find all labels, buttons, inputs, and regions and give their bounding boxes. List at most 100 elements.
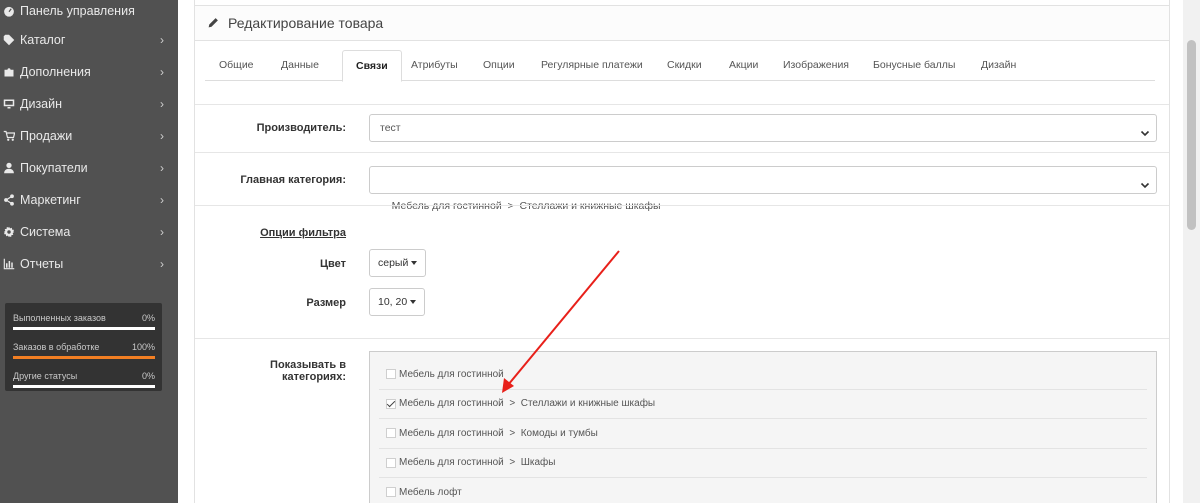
panel-heading: Редактирование товара [195,6,1169,41]
share-icon [2,193,16,207]
cart-icon [2,129,16,143]
scrollbar-thumb[interactable] [1187,40,1196,230]
chevron-right-icon: › [160,161,164,175]
sidebar-menu: Панель управления Каталог › Дополнения › Диза… [0,0,178,280]
sidebar-item-label: Продажи [20,129,73,143]
progress-bar-fill [13,356,155,359]
checkbox[interactable] [386,369,396,380]
pencil-icon [207,17,219,29]
tag-icon [2,33,16,47]
category-option[interactable]: Мебель для гостинной > Комоды и тумбы [379,419,1147,449]
checkbox[interactable] [386,457,396,468]
progress-bar [13,385,155,388]
category-option-label: Мебель для гостинной > Стеллажи и книжны… [399,398,656,410]
chevron-right-icon: › [160,33,164,47]
sidebar-item[interactable]: Каталог › [0,24,178,56]
order-stat-value: 0% [141,371,155,381]
tab[interactable]: Связи [342,50,402,82]
size-label: Размер [306,297,346,309]
sidebar-item[interactable]: Дополнения › [0,56,178,88]
checkbox[interactable] [386,428,396,439]
tab-bar: Общие Данные Связи Атрибуты Опции Регулярные … [205,50,1155,82]
size-value: 10, 20 [378,296,408,308]
order-stat-label: Выполненных заказов [13,313,106,323]
user-icon [2,161,16,175]
category-checklist: Мебель для гостинной Мебель для гостинной… [369,351,1157,503]
sidebar-item[interactable]: Дизайн › [0,88,178,120]
sidebar-item-label: Отчеты [20,257,64,271]
sidebar-item[interactable]: Панель управления [0,0,178,24]
category-option-label: Мебель для гостинной > Шкафы [399,457,556,469]
chevron-right-icon: › [160,193,164,207]
sidebar-item[interactable]: Маркетинг › [0,184,178,216]
sidebar-item[interactable]: Покупатели › [0,152,178,184]
puzzle-icon [2,65,16,79]
divider [195,205,1169,206]
color-dropdown[interactable]: серый [369,249,427,277]
order-stat-value: 0% [141,313,155,323]
tab[interactable]: Опции [483,50,515,81]
tab[interactable]: Общие [219,50,254,81]
order-stats-panel: Выполненных заказов 0% Заказов в обработке… [5,303,162,391]
color-value: серый [378,257,409,269]
main-category-label: Главная категория: [240,174,346,186]
chevron-right-icon: › [160,97,164,111]
checkbox[interactable] [386,487,396,498]
category-option[interactable]: Мебель для гостинной > Стеллажи и книжны… [379,390,1147,419]
order-stat: Заказов в обработке 100% [13,340,155,369]
tab[interactable]: Бонусные баллы [873,50,955,81]
product-edit-panel: Редактирование товара Общие Данные Связи Ат… [194,0,1170,503]
manufacturer-select[interactable]: тест [369,114,1157,142]
manufacturer-label: Производитель: [256,122,346,134]
monitor-icon [2,97,16,111]
category-option-label: Мебель лофт [399,486,462,498]
order-stat: Другие статусы 0% [13,369,155,398]
sidebar-item[interactable]: Система › [0,216,178,248]
checkbox[interactable] [386,398,396,409]
order-stat-label: Другие статусы [13,371,78,381]
main-category-value: Мебель для гостинной > Стеллажи и книжны… [391,200,661,212]
divider [195,104,1169,105]
chevron-right-icon: › [160,225,164,239]
show-in-categories-label: Показывать в категориях: [270,359,346,383]
divider [195,338,1169,339]
order-stat-label: Заказов в обработке [13,342,100,352]
color-label: Цвет [319,258,346,270]
tab[interactable]: Изображения [783,50,849,81]
order-stat: Выполненных заказов 0% [13,311,155,340]
page-scrollbar[interactable] [1183,0,1200,503]
tab[interactable]: Атрибуты [411,50,458,81]
filter-options-link[interactable]: Опции фильтра [257,227,346,239]
sidebar: Панель управления Каталог › Дополнения › Диза… [0,0,178,503]
sidebar-item-label: Маркетинг [20,193,81,207]
chevron-down-icon [1140,174,1150,189]
bar-chart-icon [2,257,16,271]
tab[interactable]: Скидки [667,50,702,81]
divider [195,152,1169,153]
sidebar-item[interactable]: Отчеты › [0,248,178,280]
progress-bar [13,356,155,359]
category-option[interactable]: Мебель для гостинной [379,360,1147,390]
sidebar-item-label: Система [20,225,71,239]
main-category-select[interactable]: Мебель для гостинной > Стеллажи и книжны… [369,166,1157,212]
sidebar-item-label: Покупатели [20,161,88,175]
sidebar-item-label: Каталог [20,33,66,47]
progress-bar [13,327,155,330]
size-dropdown[interactable]: 10, 20 [369,288,426,316]
category-option[interactable]: Мебель лофт [379,478,1147,503]
category-option-label: Мебель для гостинной > Комоды и тумбы [399,427,598,439]
tab[interactable]: Акции [729,50,758,81]
category-option[interactable]: Мебель для гостинной > Шкафы [379,449,1147,478]
sidebar-item-label: Дополнения [20,65,91,79]
order-stat-value: 100% [131,342,155,352]
caret-down-icon [410,300,417,305]
chevron-right-icon: › [160,129,164,143]
dashboard-icon [2,4,16,18]
chevron-down-icon [1140,122,1150,137]
sidebar-item[interactable]: Продажи › [0,120,178,152]
tab[interactable]: Дизайн [981,50,1016,81]
category-option-label: Мебель для гостинной [399,368,504,380]
tab[interactable]: Регулярные платежи [541,50,643,81]
sidebar-item-label: Дизайн [20,97,63,111]
tab[interactable]: Данные [281,50,319,81]
